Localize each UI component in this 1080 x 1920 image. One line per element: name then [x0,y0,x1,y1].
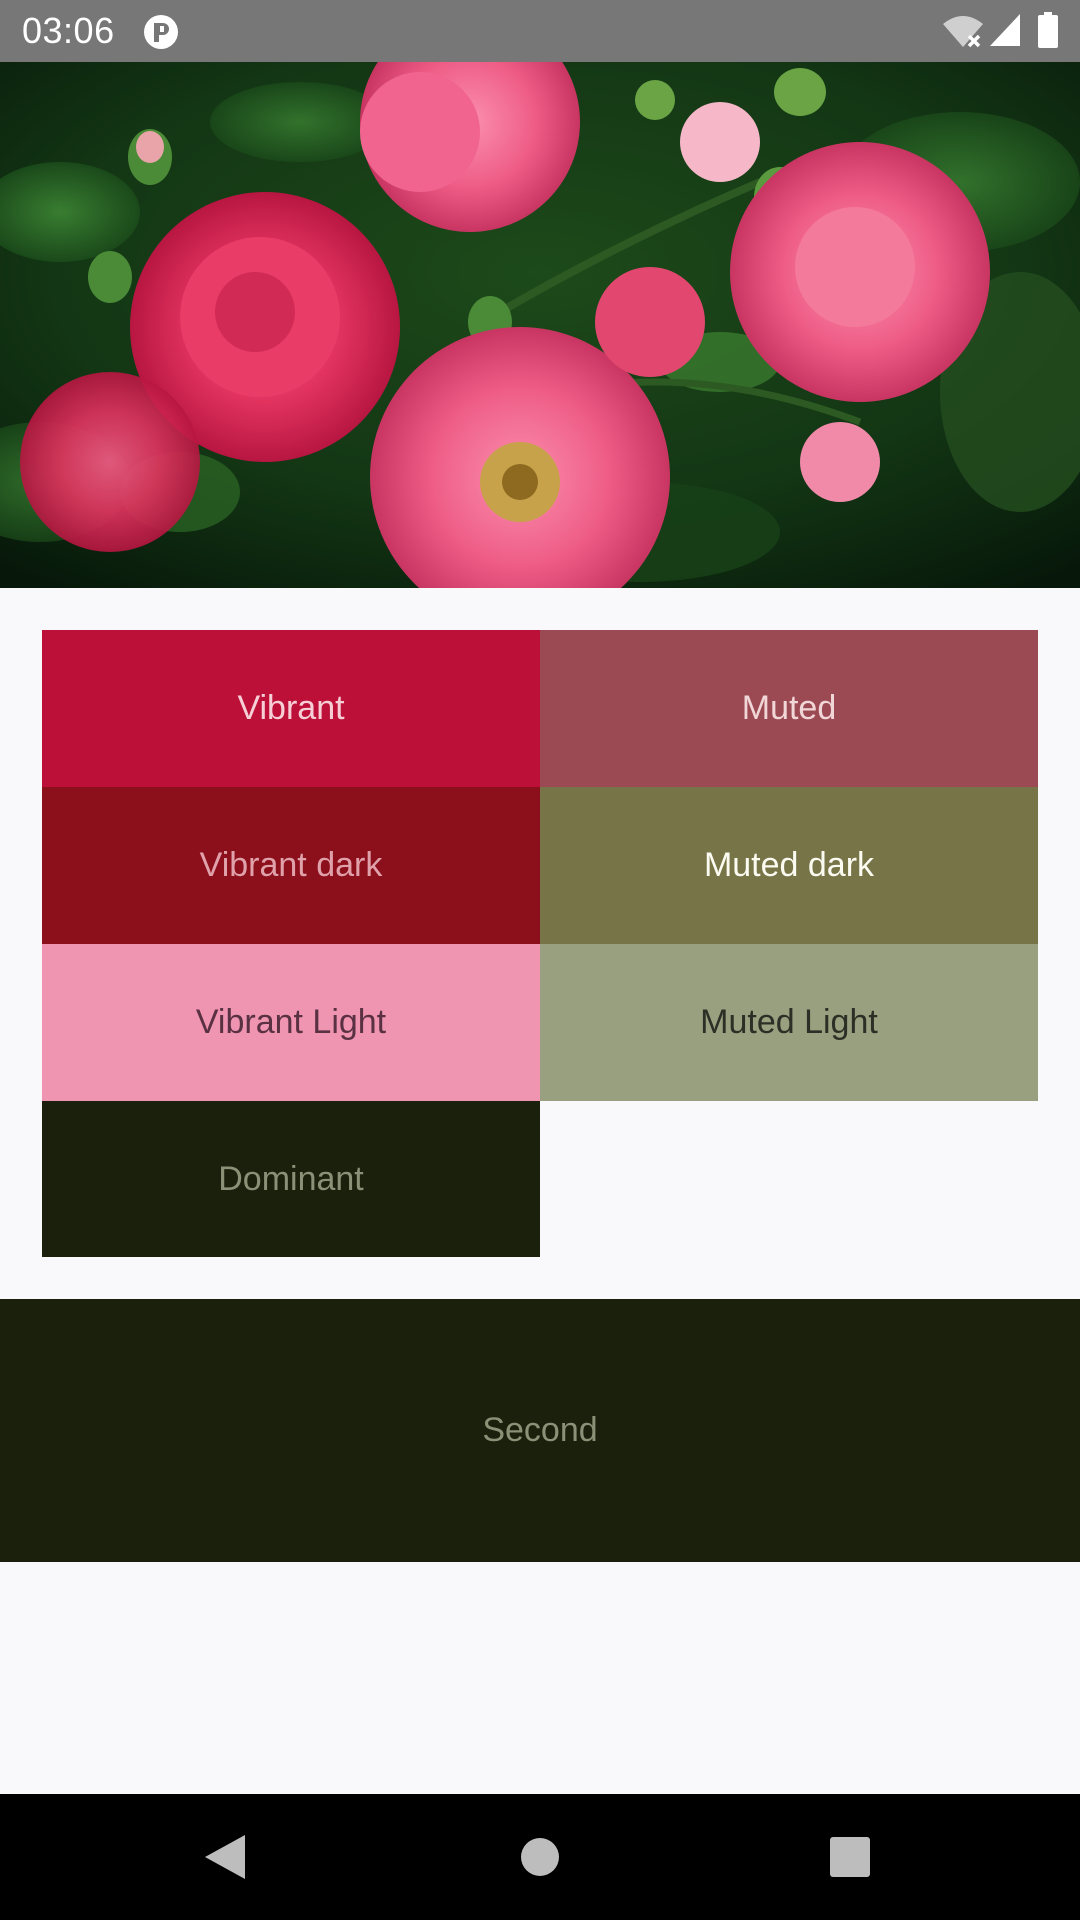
vibrant-dark-label: Vibrant dark [199,846,383,884]
dominant-swatch: Dominant [42,1101,540,1257]
status-time: 03:06 [22,10,115,51]
app-badge-icon [144,15,178,49]
recents-icon[interactable] [830,1837,870,1877]
muted-dark-label: Muted dark [703,846,875,884]
muted-light-swatch: Muted Light [540,944,1038,1101]
vibrant-swatch: Vibrant [42,630,540,787]
second-panel: Second [0,1299,1080,1562]
wifi-off-icon [943,16,983,48]
vibrant-light-swatch: Vibrant Light [42,944,540,1101]
home-icon[interactable] [520,1837,560,1877]
battery-icon [1038,12,1058,48]
vibrant-label: Vibrant [237,689,345,727]
vibrant-light-label: Vibrant Light [195,1003,387,1041]
muted-label: Muted [741,689,837,727]
dominant-label: Dominant [218,1159,364,1198]
back-icon[interactable] [205,1835,245,1879]
roses-photo [0,62,1080,588]
hero-image [0,62,1080,588]
muted-dark-swatch: Muted dark [540,787,1038,944]
second-label: Second [482,1411,598,1449]
status-bar: 03:06 [0,0,1080,62]
muted-light-label: Muted Light [700,1003,878,1041]
muted-swatch: Muted [540,630,1038,787]
vibrant-dark-swatch: Vibrant dark [42,787,540,944]
signal-icon [990,14,1020,46]
